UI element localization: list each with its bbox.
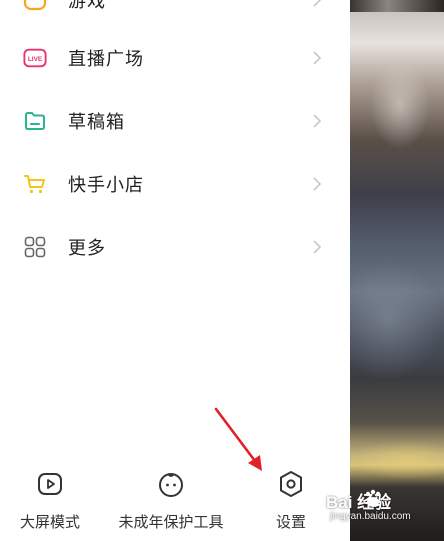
- baidu-paw-icon: [365, 489, 381, 507]
- shopping-cart-icon: [23, 172, 47, 196]
- menu-item-drafts[interactable]: 草稿箱: [0, 91, 350, 151]
- annotation-arrow-icon: [214, 407, 262, 471]
- menu-item-more[interactable]: 更多: [0, 217, 350, 277]
- menu-item-label: 快手小店: [68, 175, 144, 195]
- menu-item-kuaishou-shop[interactable]: 快手小店: [0, 154, 350, 214]
- game-icon: [23, 0, 47, 12]
- live-icon: LIVE: [23, 46, 47, 70]
- watermark-url: jingyan.baidu.com: [330, 511, 411, 522]
- menu-item-live-square[interactable]: LIVE 直播广场: [0, 28, 350, 88]
- chevron-right-icon: [313, 0, 322, 7]
- menu-item-label: 直播广场: [68, 49, 144, 69]
- chevron-right-icon: [313, 114, 322, 128]
- settings-icon: [280, 471, 302, 497]
- chevron-right-icon: [313, 240, 322, 254]
- live-badge-text: LIVE: [28, 56, 43, 63]
- background-feed-preview[interactable]: [350, 0, 444, 541]
- side-drawer: 游戏 LIVE 直播广场 草稿箱 快手小店 更多 大屏模式 未成年保护工具 设置: [0, 0, 350, 541]
- folder-icon: [23, 109, 47, 133]
- menu-item-game[interactable]: 游戏: [0, 0, 350, 30]
- menu-item-label: 游戏: [68, 0, 106, 11]
- minor-protection-button[interactable]: 未成年保护工具: [114, 466, 228, 536]
- settings-button[interactable]: 设置: [268, 466, 314, 536]
- baidu-jingyan-watermark: Bai 经验 jingyan.baidu.com: [326, 488, 444, 538]
- big-screen-mode-label: 大屏模式: [19, 514, 80, 531]
- screen: 游戏 LIVE 直播广场 草稿箱 快手小店 更多 大屏模式 未成年保护工具 设置…: [0, 0, 444, 541]
- big-screen-mode-button[interactable]: 大屏模式: [12, 466, 88, 536]
- menu-item-label: 草稿箱: [68, 112, 125, 132]
- minor-protection-label: 未成年保护工具: [118, 514, 224, 531]
- grid-icon: [23, 235, 47, 259]
- chevron-right-icon: [313, 51, 322, 65]
- chevron-right-icon: [313, 177, 322, 191]
- settings-label: 设置: [275, 514, 306, 531]
- play-screen-icon: [38, 473, 62, 495]
- menu-item-label: 更多: [68, 238, 106, 258]
- child-face-icon: [159, 473, 183, 497]
